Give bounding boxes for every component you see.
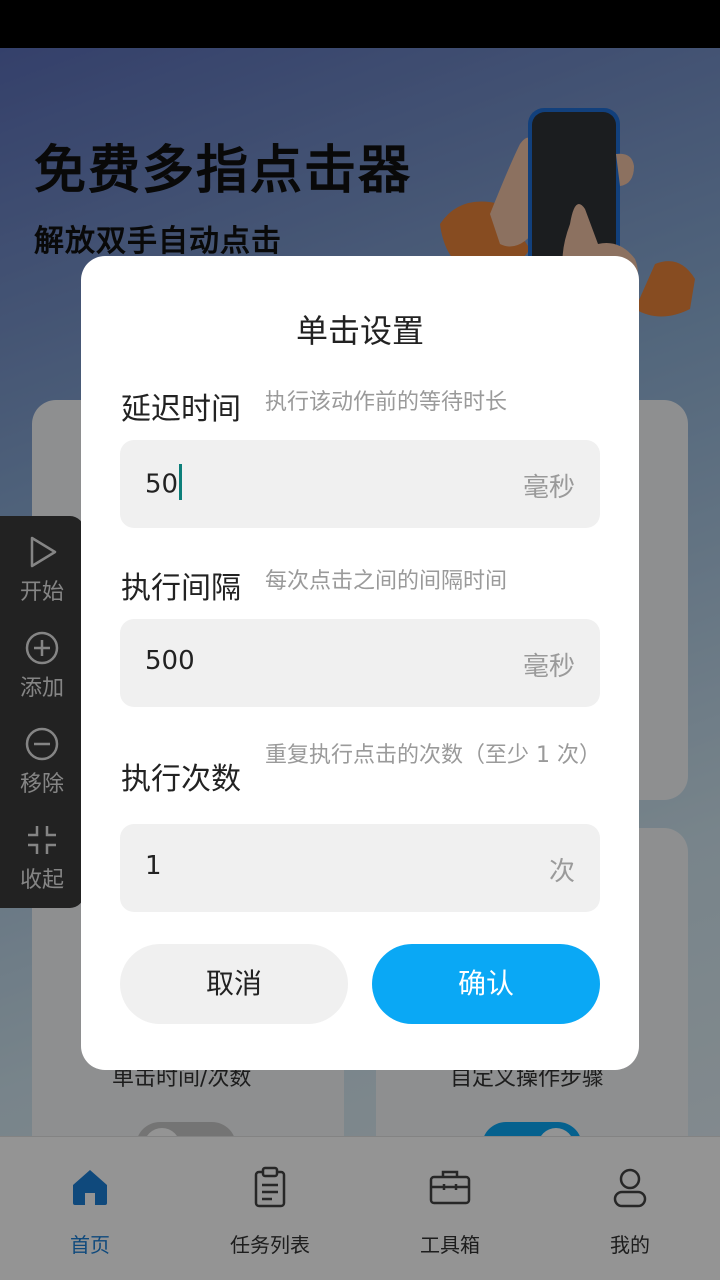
count-label: 执行次数	[121, 762, 241, 797]
text-caret	[179, 464, 183, 500]
interval-hint: 每次点击之间的间隔时间	[265, 569, 508, 594]
delay-label: 延迟时间	[121, 392, 241, 427]
delay-value-wrap: 50	[145, 464, 183, 503]
cancel-button[interactable]: 取消	[120, 944, 348, 1024]
interval-unit: 毫秒	[522, 652, 575, 682]
delay-value: 50	[145, 469, 179, 500]
count-input[interactable]: 1 次	[120, 824, 600, 912]
count-value: 1	[145, 851, 162, 881]
interval-label: 执行间隔	[121, 571, 241, 606]
interval-value: 500	[145, 646, 195, 676]
count-hint: 重复执行点击的次数（至少 1 次）	[265, 743, 601, 768]
status-bar	[0, 0, 720, 48]
delay-unit: 毫秒	[522, 473, 575, 503]
count-unit: 次	[548, 857, 575, 887]
interval-input[interactable]: 500 毫秒	[120, 619, 600, 707]
confirm-button[interactable]: 确认	[372, 944, 600, 1024]
dialog-title: 单击设置	[295, 312, 424, 350]
delay-hint: 执行该动作前的等待时长	[265, 390, 508, 415]
delay-input[interactable]: 50 毫秒	[120, 440, 600, 528]
click-settings-dialog: 单击设置 延迟时间 执行该动作前的等待时长 50 毫秒 执行间隔 每次点击之间的…	[81, 256, 639, 1070]
